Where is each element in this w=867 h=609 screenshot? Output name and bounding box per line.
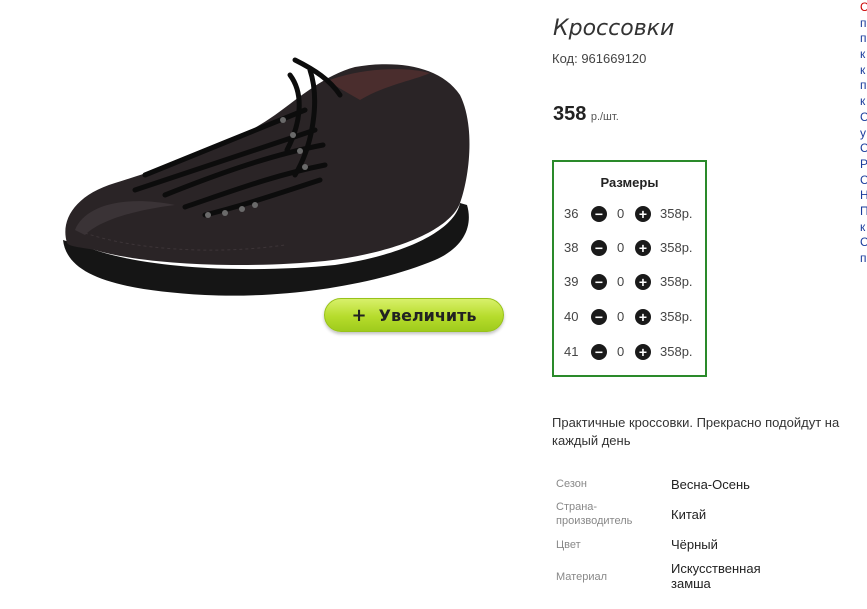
attribute-value: Чёрный: [671, 537, 718, 552]
zoom-button[interactable]: + Увеличить: [324, 298, 504, 332]
plus-icon[interactable]: +: [635, 240, 651, 256]
size-quantity: 0: [617, 240, 625, 255]
product-image: [63, 57, 470, 296]
size-price: 358р.: [660, 240, 693, 255]
right-link[interactable]: к: [860, 94, 867, 110]
size-value: 39: [564, 274, 579, 289]
zoom-button-label: Увеличить: [378, 305, 477, 325]
attribute-label: Сезон: [556, 478, 587, 490]
minus-icon[interactable]: −: [591, 240, 607, 256]
minus-icon[interactable]: −: [591, 344, 607, 360]
price-value: 358: [553, 103, 587, 125]
size-row: 39 − 0 + 358р.: [554, 272, 705, 292]
attribute-label: Цвет: [556, 539, 581, 551]
plus-icon: +: [351, 304, 367, 326]
size-quantity: 0: [617, 344, 625, 359]
right-link[interactable]: п: [860, 31, 867, 47]
size-price: 358р.: [660, 309, 693, 324]
size-value: 40: [564, 309, 579, 324]
price-unit: р./шт.: [590, 111, 619, 123]
size-row: 38 − 0 + 358р.: [554, 238, 705, 258]
plus-icon[interactable]: +: [635, 274, 651, 290]
right-link[interactable]: к: [860, 63, 867, 79]
size-value: 38: [564, 240, 579, 255]
attribute-label: Страна-производитель: [556, 501, 633, 527]
right-link[interactable]: п: [860, 78, 867, 94]
size-row: 36 − 0 + 358р.: [554, 204, 705, 224]
right-link[interactable]: Р: [860, 157, 867, 173]
attribute-value: Китай: [671, 507, 707, 522]
attribute-value: Искусственная замша: [671, 561, 761, 591]
minus-icon[interactable]: −: [591, 206, 607, 222]
size-quantity: 0: [617, 206, 625, 221]
plus-icon[interactable]: +: [635, 206, 651, 222]
right-link[interactable]: С: [860, 141, 867, 157]
right-link[interactable]: п: [860, 16, 867, 32]
attribute-label: Материал: [556, 571, 607, 583]
right-column-text: С п п к к п к С у С Р С Н П к С п: [860, 0, 867, 267]
right-link[interactable]: к: [860, 47, 867, 63]
product-description: Практичные кроссовки. Прекрасно подойдут…: [552, 415, 840, 448]
size-quantity: 0: [617, 274, 625, 289]
right-link[interactable]: п: [860, 251, 867, 267]
size-quantity: 0: [617, 309, 625, 324]
right-link[interactable]: С: [860, 0, 867, 16]
size-row: 40 − 0 + 358р.: [554, 307, 705, 327]
size-value: 36: [564, 206, 579, 221]
minus-icon[interactable]: −: [591, 274, 607, 290]
right-link[interactable]: к: [860, 220, 867, 236]
product-code: Код: 961669120: [552, 51, 647, 66]
size-price: 358р.: [660, 206, 693, 221]
size-row: 41 − 0 + 358р.: [554, 342, 705, 362]
plus-icon[interactable]: +: [635, 309, 651, 325]
size-price: 358р.: [660, 344, 693, 359]
sizes-panel: Размеры 36 − 0 + 358р. 38 − 0 + 358р. 39…: [552, 160, 707, 377]
product-title: Кроссовки: [553, 16, 675, 41]
right-link[interactable]: П: [860, 204, 867, 220]
size-value: 41: [564, 344, 579, 359]
sizes-title: Размеры: [600, 175, 659, 190]
size-price: 358р.: [660, 274, 693, 289]
product-price: 358 р./шт.: [553, 103, 619, 126]
right-link[interactable]: у: [860, 126, 867, 142]
right-link[interactable]: С: [860, 173, 867, 189]
right-link[interactable]: С: [860, 110, 867, 126]
right-link[interactable]: С: [860, 235, 867, 251]
attribute-value: Весна-Осень: [671, 477, 750, 492]
minus-icon[interactable]: −: [591, 309, 607, 325]
right-link[interactable]: Н: [860, 188, 867, 204]
plus-icon[interactable]: +: [635, 344, 651, 360]
